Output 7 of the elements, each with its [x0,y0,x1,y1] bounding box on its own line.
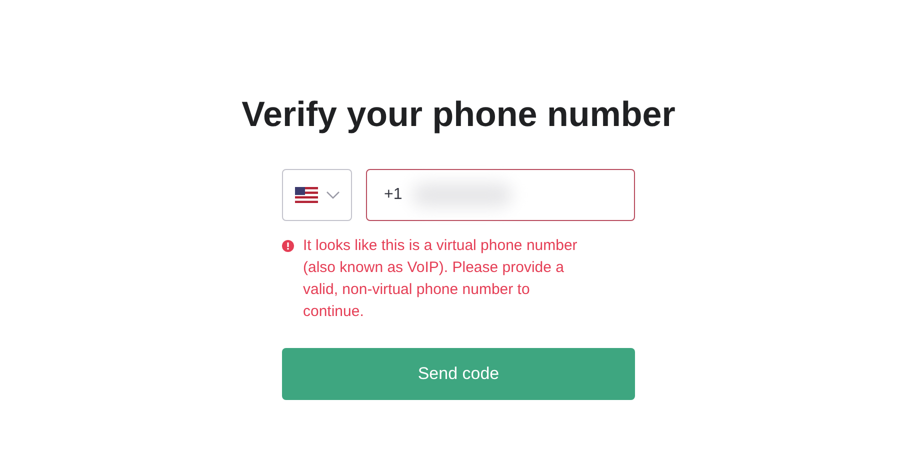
error-icon [282,240,294,252]
page-title: Verify your phone number [242,94,676,136]
flag-icon [294,187,318,203]
error-message: It looks like this is a virtual phone number (also known as VoIP). Please provide a valid, non-virtual phone number to continue. [303,236,578,322]
country-select[interactable] [282,169,352,221]
phone-input-field[interactable]: +1 [366,169,635,221]
chevron-down-icon [326,191,340,199]
